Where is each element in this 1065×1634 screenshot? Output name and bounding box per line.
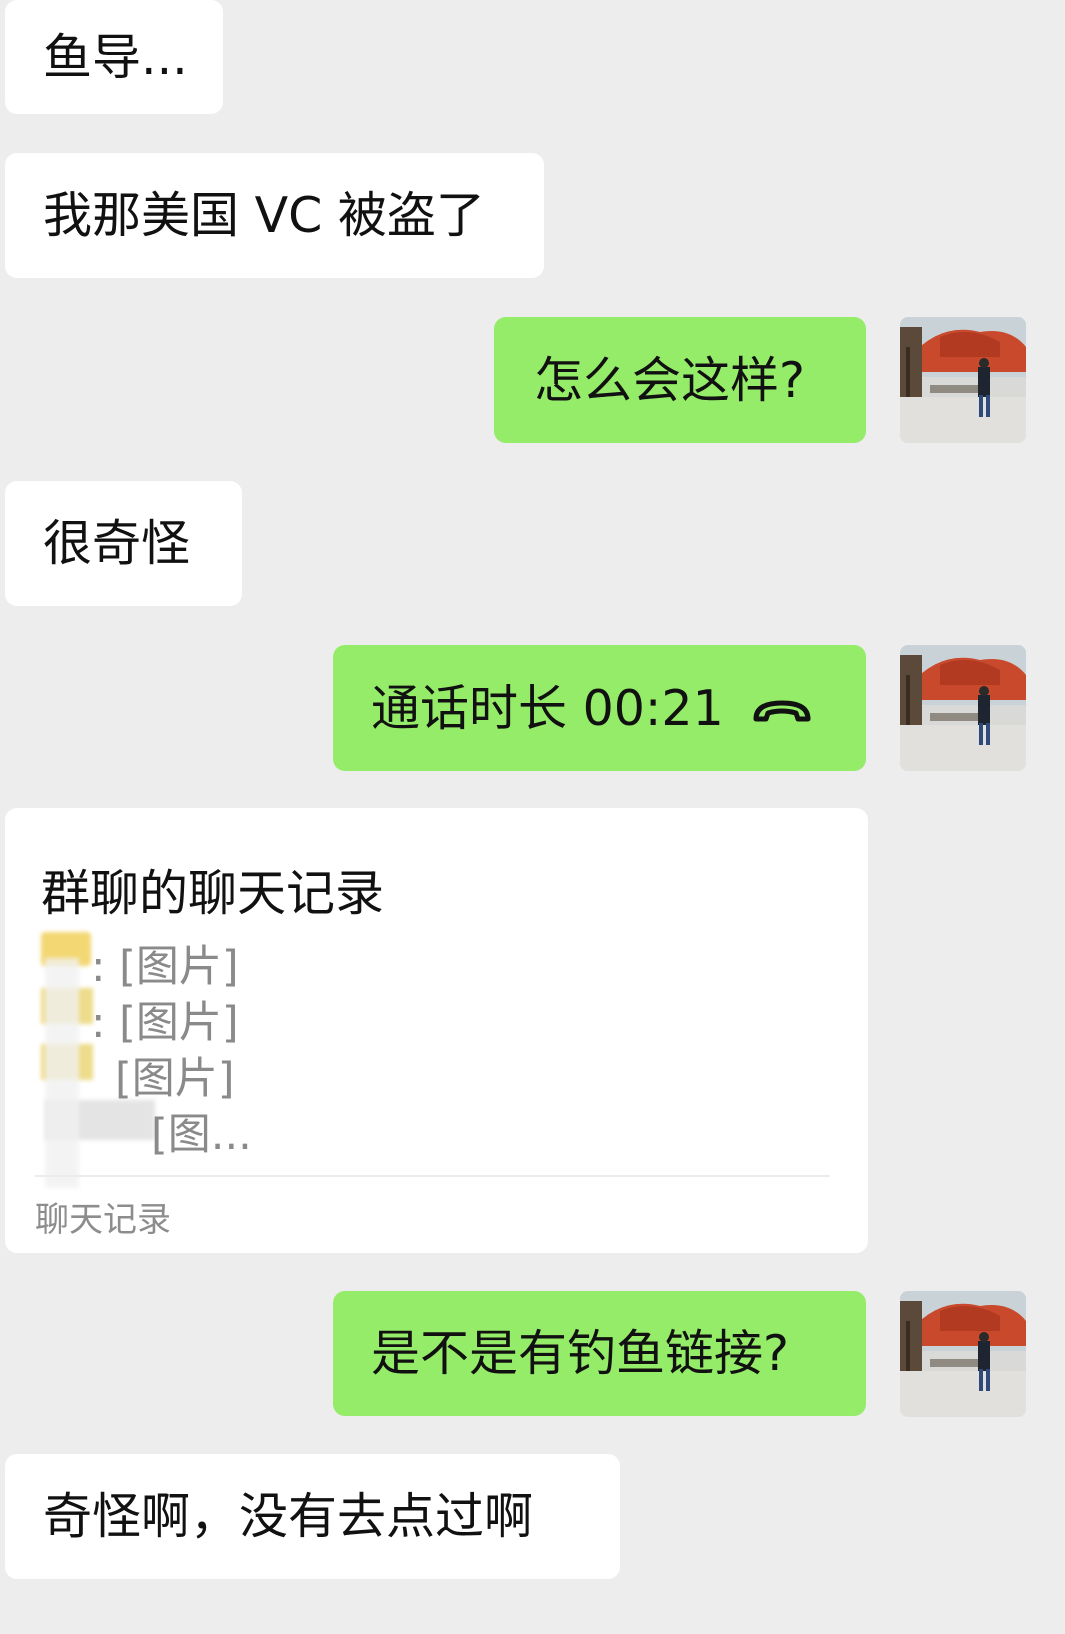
phone-hangup-icon — [752, 684, 812, 733]
call-duration-text: 通话时长 00:21 — [371, 679, 724, 737]
message-text: 我那美国 VC 被盗了 — [43, 187, 485, 244]
record-line: [图片] — [115, 1054, 235, 1104]
avatar-image — [900, 1291, 1026, 1417]
record-line: : [图片] — [91, 998, 239, 1048]
user-avatar[interactable] — [900, 1291, 1026, 1417]
card-divider — [35, 1175, 830, 1177]
message-outgoing[interactable]: 是不是有钓鱼链接? — [333, 1291, 866, 1416]
message-text: 怎么会这样? — [534, 351, 806, 409]
avatar-image — [900, 317, 1026, 443]
avatar-image — [900, 645, 1026, 771]
message-incoming[interactable]: 鱼导... — [5, 0, 223, 114]
record-line: : [图片] — [91, 942, 239, 992]
message-text: 鱼导... — [43, 28, 188, 86]
message-incoming[interactable]: 很奇怪 — [5, 481, 242, 606]
card-footer: 聊天记录 — [35, 1200, 171, 1240]
blurred-sender-avatar — [45, 958, 79, 1188]
card-title: 群聊的聊天记录 — [41, 865, 385, 922]
message-incoming[interactable]: 我那美国 VC 被盗了 — [5, 153, 544, 278]
user-avatar[interactable] — [900, 645, 1026, 771]
message-incoming[interactable]: 奇怪啊，没有去点过啊 — [5, 1454, 620, 1579]
record-line: [图... — [151, 1110, 252, 1160]
message-text: 奇怪啊，没有去点过啊 — [43, 1488, 534, 1545]
message-outgoing[interactable]: 怎么会这样? — [494, 317, 866, 443]
chat-record-card[interactable]: 群聊的聊天记录 : [图片] : [图片] [图片] [图... 聊天记录 — [5, 808, 868, 1253]
user-avatar[interactable] — [900, 317, 1026, 443]
call-record-message[interactable]: 通话时长 00:21 — [333, 645, 866, 771]
message-text: 很奇怪 — [43, 515, 191, 572]
message-text: 是不是有钓鱼链接? — [371, 1325, 790, 1382]
